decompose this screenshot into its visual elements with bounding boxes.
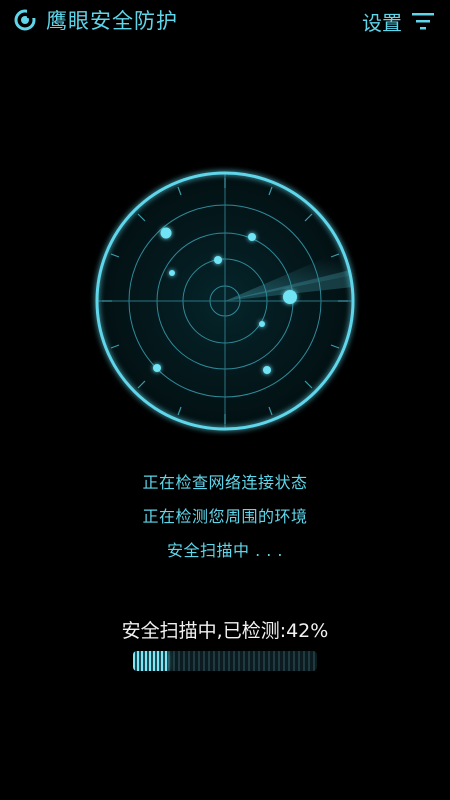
- menu-filter-icon[interactable]: [412, 11, 434, 31]
- progress-text: 安全扫描中,已检测:42%: [121, 620, 329, 642]
- scan-progress-bar: [133, 651, 317, 671]
- scan-progress-fill: [133, 651, 168, 671]
- top-bar: 鹰眼安全防护 设置: [0, 0, 450, 44]
- settings-button[interactable]: 设置: [362, 6, 434, 36]
- radar-blip: [153, 364, 161, 372]
- status-network: 正在检查网络连接状态: [142, 473, 308, 492]
- radar-blip: [263, 366, 271, 374]
- radar-blip: [160, 227, 172, 239]
- status-lines: 正在检查网络连接状态 正在检测您周围的环境 安全扫描中 . . .: [0, 466, 450, 568]
- radar-blip: [259, 321, 265, 327]
- radar-blip: [169, 270, 175, 276]
- settings-label[interactable]: 设置: [362, 7, 402, 36]
- radar-scanner: [95, 171, 355, 431]
- radar-blip: [214, 256, 222, 264]
- status-scanning: 安全扫描中 . . .: [166, 541, 284, 560]
- status-environment: 正在检测您周围的环境: [142, 507, 308, 526]
- radar-blip: [283, 290, 297, 304]
- app-logo-icon[interactable]: [14, 9, 36, 31]
- radar-blip: [248, 233, 256, 241]
- app-title: 鹰眼安全防护: [46, 9, 178, 33]
